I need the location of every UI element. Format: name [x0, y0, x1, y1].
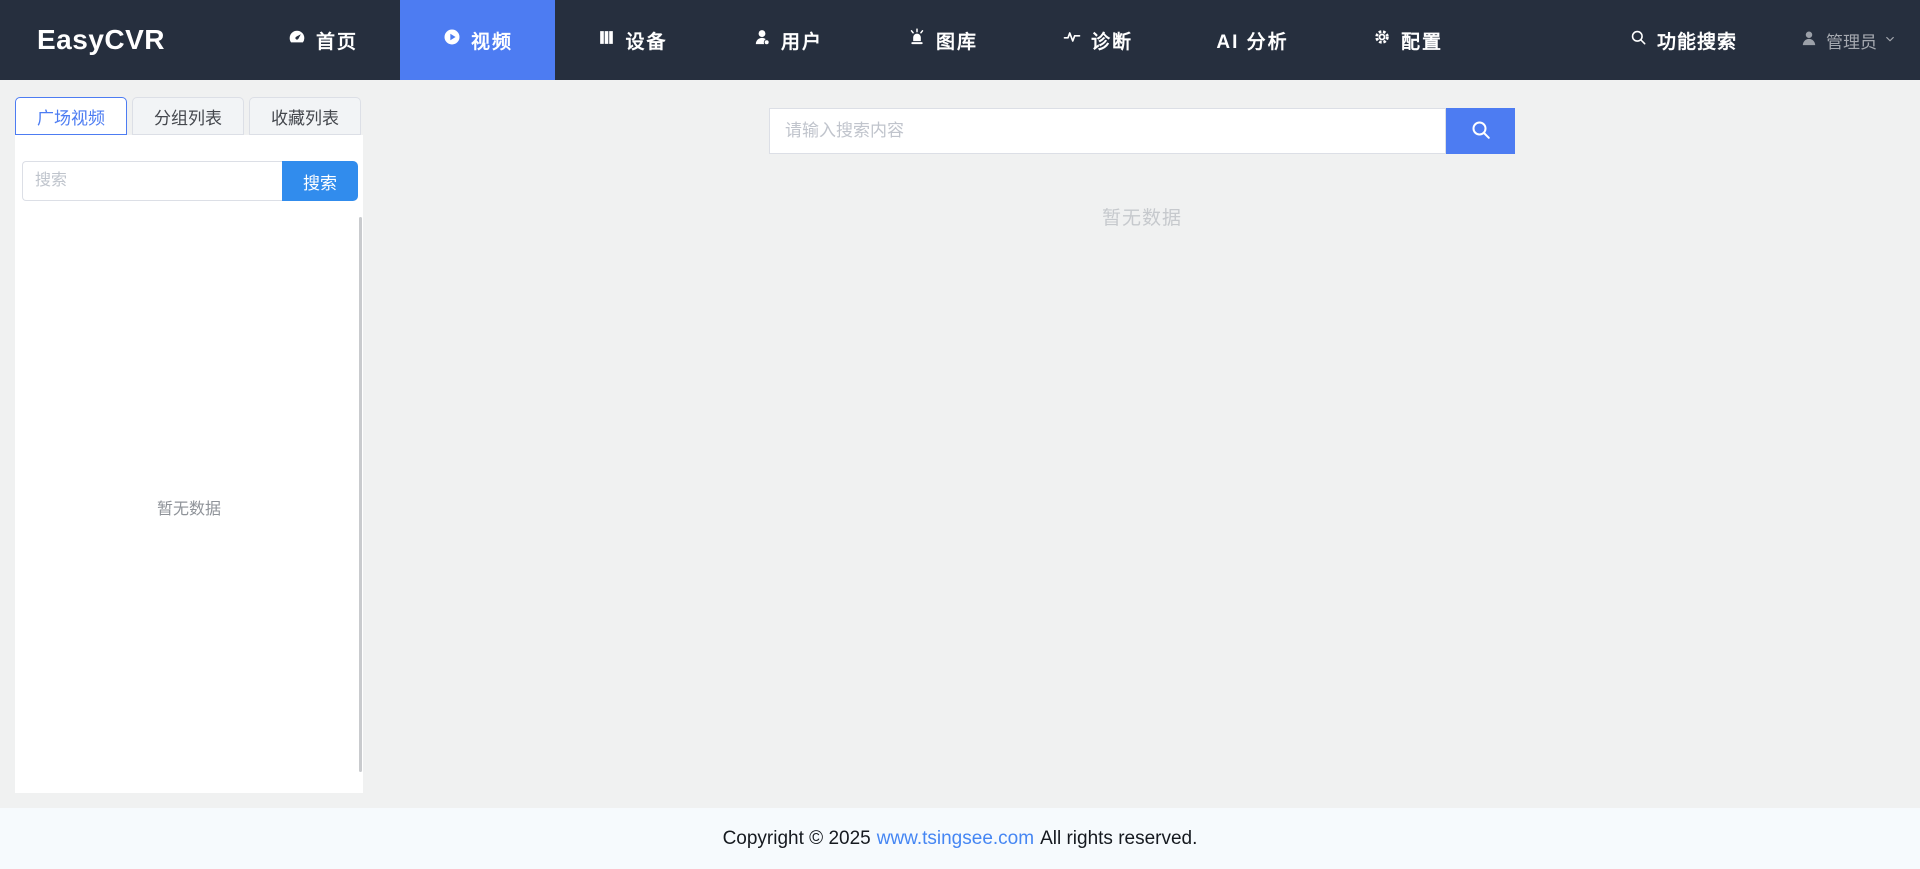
app-logo: EasyCVR — [37, 0, 165, 80]
nav-item-label: 配置 — [1401, 27, 1443, 54]
admin-menu[interactable]: 管理员 — [1799, 28, 1896, 53]
nav-item-label: 视频 — [471, 27, 513, 54]
tab-label: 收藏列表 — [271, 104, 339, 129]
tab-label: 广场视频 — [37, 104, 105, 129]
pulse-icon — [1062, 27, 1082, 53]
main-empty-text: 暂无数据 — [769, 203, 1515, 230]
tab-label: 分组列表 — [154, 104, 222, 129]
main-search-input[interactable] — [769, 108, 1446, 154]
nav-item-devices[interactable]: 设备 — [555, 0, 710, 80]
tab-plaza-video[interactable]: 广场视频 — [15, 97, 127, 135]
nav-item-home[interactable]: 首页 — [245, 0, 400, 80]
function-search-button[interactable]: 功能搜索 — [1629, 27, 1737, 54]
nav-item-users[interactable]: 用户 — [710, 0, 865, 80]
function-search-label: 功能搜索 — [1657, 27, 1737, 54]
admin-label: 管理员 — [1826, 28, 1877, 53]
top-navbar: EasyCVR 首页 视频 设备 用户 — [0, 0, 1920, 80]
nav-item-label: 用户 — [781, 27, 823, 54]
main-nav: 首页 视频 设备 用户 图库 — [245, 0, 1485, 80]
copyright: Copyright © 2025 www.tsingsee.com All ri… — [723, 828, 1198, 850]
nav-item-ai-analysis[interactable]: AI 分析 — [1175, 0, 1330, 80]
chevron-down-icon — [1884, 30, 1896, 50]
copyright-prefix: Copyright © 2025 — [723, 828, 871, 850]
nav-item-config[interactable]: 配置 — [1330, 0, 1485, 80]
tab-group-list[interactable]: 分组列表 — [132, 97, 244, 135]
main-search-button[interactable] — [1446, 108, 1515, 154]
main-search — [769, 108, 1515, 154]
nav-item-label: 图库 — [936, 27, 978, 54]
tsingsee-link[interactable]: www.tsingsee.com — [877, 828, 1034, 850]
nav-item-label: AI 分析 — [1216, 27, 1288, 54]
sidebar-search-button[interactable]: 搜索 — [282, 161, 358, 201]
dashboard-icon — [287, 27, 307, 53]
gear-icon — [1372, 27, 1392, 53]
nav-item-label: 首页 — [316, 27, 358, 54]
nav-item-label: 诊断 — [1091, 27, 1133, 54]
nav-item-video[interactable]: 视频 — [400, 0, 555, 80]
copyright-suffix: All rights reserved. — [1040, 828, 1197, 850]
search-icon — [1629, 28, 1648, 53]
sidebar-scrollbar-thumb[interactable] — [359, 217, 362, 772]
sidebar-tabs: 广场视频 分组列表 收藏列表 — [15, 97, 361, 135]
navbar-right: 功能搜索 管理员 — [1629, 0, 1920, 80]
user-icon — [752, 27, 772, 53]
sidebar-empty-text: 暂无数据 — [15, 495, 363, 519]
sidebar-panel: 搜索 暂无数据 — [15, 135, 363, 793]
page-footer: Copyright © 2025 www.tsingsee.com All ri… — [0, 808, 1920, 869]
nav-item-gallery[interactable]: 图库 — [865, 0, 1020, 80]
alarm-icon — [907, 27, 927, 53]
tab-favorites-list[interactable]: 收藏列表 — [249, 97, 361, 135]
sidebar-search: 搜索 — [22, 161, 358, 201]
search-icon — [1469, 118, 1493, 145]
nav-item-label: 设备 — [625, 27, 667, 54]
play-icon — [442, 27, 462, 53]
devices-icon — [597, 28, 616, 53]
nav-item-diagnosis[interactable]: 诊断 — [1020, 0, 1175, 80]
sidebar-search-input[interactable] — [22, 161, 282, 201]
admin-avatar-icon — [1799, 28, 1819, 53]
